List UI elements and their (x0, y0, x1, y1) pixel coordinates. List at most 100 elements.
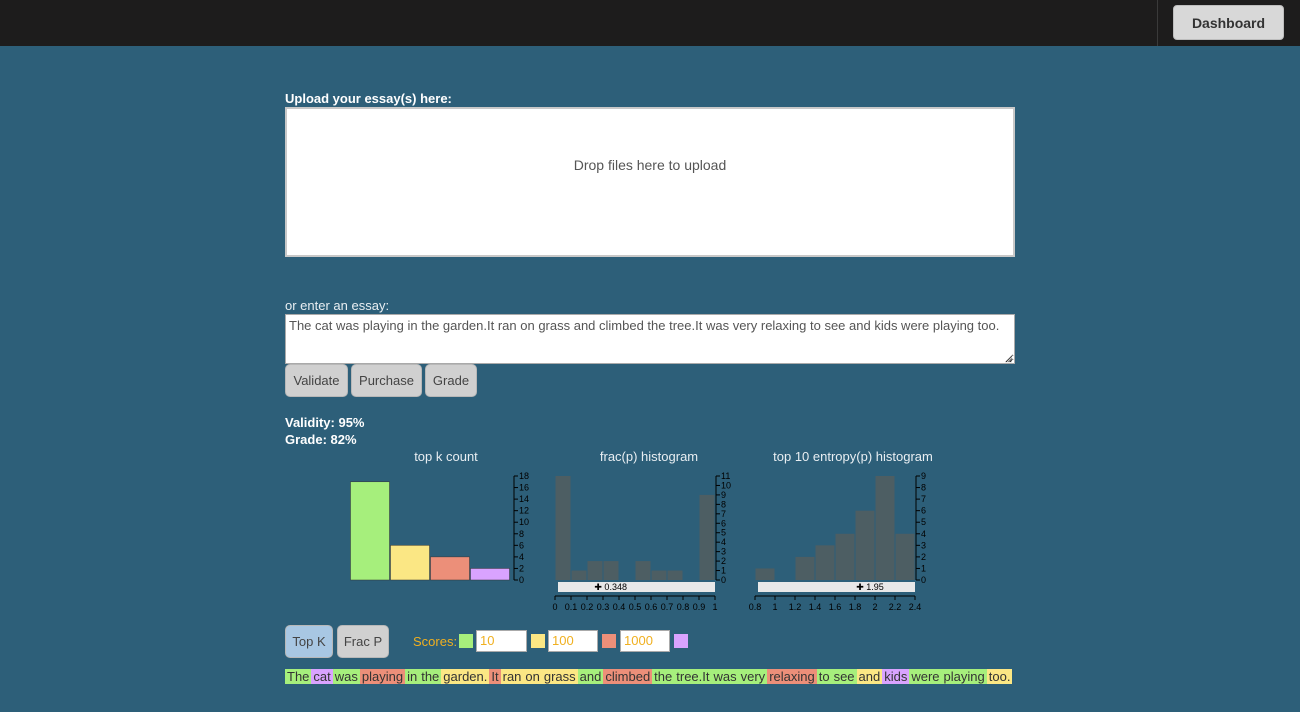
purchase-button[interactable]: Purchase (351, 364, 422, 397)
token[interactable]: see (831, 669, 857, 684)
entropy-x-tick-label: 2.4 (909, 602, 922, 612)
token[interactable]: playing (359, 669, 406, 684)
entropy-x-tick-label: 1 (772, 602, 777, 612)
topk-chart-title: top k count (414, 449, 478, 464)
entropy-x-tick-label: 2.2 (889, 602, 902, 612)
frac-bar (571, 570, 587, 580)
entropy-y-tick-label: 5 (921, 517, 926, 527)
score-swatch-green (459, 634, 473, 648)
frac-bar (699, 494, 715, 580)
threshold-input-2[interactable]: 100 (548, 630, 598, 652)
topk-y-tick-label: 16 (519, 483, 529, 493)
frac-x-tick-label: 0.9 (693, 602, 706, 612)
token[interactable]: on (523, 669, 542, 684)
frac-marker-bar (558, 582, 715, 592)
token[interactable]: tree.It (674, 669, 712, 684)
frac-x-tick-label: 0.8 (677, 602, 690, 612)
entropy-marker-label: ✚ 1.95 (856, 582, 884, 592)
score-swatch-purple (674, 634, 688, 648)
frac-y-tick-label: 4 (721, 537, 726, 547)
entropy-bar (795, 556, 815, 580)
token[interactable]: garden. (441, 669, 490, 684)
top-bar: Dashboard (0, 0, 1300, 46)
token[interactable]: playing (941, 669, 987, 684)
token[interactable]: and (577, 669, 604, 684)
token[interactable]: grass (541, 669, 578, 684)
frac-x-tick-label: 0 (552, 602, 557, 612)
token[interactable]: and (856, 669, 883, 684)
frac-y-tick-label: 3 (721, 547, 726, 557)
frac-bar (651, 570, 667, 580)
threshold-input-3[interactable]: 1000 (620, 630, 670, 652)
token[interactable]: ran (500, 669, 524, 684)
topk-bar-1000 (430, 556, 470, 581)
token[interactable]: were (909, 669, 942, 684)
token-highlight-text: The cat was playing in the garden. It ran on grass… (285, 668, 1013, 685)
topk-mode-button[interactable]: Top K (285, 625, 333, 658)
token[interactable]: climbed (603, 669, 653, 684)
token[interactable]: very (738, 669, 768, 684)
topk-y-tick-label: 18 (519, 471, 529, 481)
topk-y-tick-label: 12 (519, 506, 529, 516)
entropy-x-tick-label: 1.4 (809, 602, 822, 612)
entropy-x-tick-label: 1.6 (829, 602, 842, 612)
topk-y-tick-label: 0 (519, 575, 524, 585)
frac-x-tick-label: 0.4 (613, 602, 626, 612)
fracp-mode-button[interactable]: Frac P (337, 625, 389, 658)
token[interactable]: cat (311, 669, 333, 684)
topk-bar->1000 (470, 568, 510, 581)
frac-y-tick-label: 11 (721, 471, 730, 481)
top-bar-divider (1157, 0, 1158, 46)
entropy-bar (835, 533, 855, 580)
token[interactable]: the (652, 669, 675, 684)
token[interactable]: kids (882, 669, 910, 684)
token[interactable]: in (405, 669, 420, 684)
entropy-y-tick-label: 3 (921, 540, 926, 550)
entropy-y-tick-label: 9 (921, 471, 926, 481)
entropy-bar (855, 510, 875, 580)
frac-y-tick-label: 10 (721, 480, 731, 490)
frac-bar (587, 561, 603, 580)
frac-chart: 01234567891011✚ 0.3480 0.1 0.2 0.3 0.4 0.5 0.6… (552, 471, 731, 612)
entropy-y-tick-label: 0 (921, 575, 926, 585)
frac-x-tick-label: 1 (712, 602, 717, 612)
entropy-x-tick-label: 1.8 (849, 602, 862, 612)
frac-bar (603, 561, 619, 580)
token[interactable]: was (332, 669, 360, 684)
token[interactable]: was (711, 669, 739, 684)
frac-x-tick-label: 0.5 (629, 602, 642, 612)
entropy-y-tick-label: 7 (921, 494, 926, 504)
frac-y-tick-label: 5 (721, 528, 726, 538)
entropy-y-tick-label: 6 (921, 506, 926, 516)
frac-bar (635, 561, 651, 580)
frac-chart-title: frac(p) histogram (599, 449, 699, 464)
file-dropzone[interactable]: Drop files here to upload (285, 107, 1015, 257)
entropy-y-tick-label: 4 (921, 529, 926, 539)
frac-bar (555, 476, 571, 580)
grade-score: Grade: 82% (285, 432, 357, 447)
threshold-input-1[interactable]: 10 (476, 630, 527, 652)
token[interactable]: to (816, 669, 832, 684)
token[interactable]: The (285, 669, 312, 684)
topk-y-tick-label: 10 (519, 517, 529, 527)
frac-bar (667, 570, 683, 580)
token[interactable]: It (489, 669, 501, 684)
score-swatch-red (602, 634, 616, 648)
entropy-x-tick-label: 1.2 (789, 602, 802, 612)
token[interactable]: the (419, 669, 442, 684)
validate-button[interactable]: Validate (285, 364, 348, 397)
grade-button[interactable]: Grade (425, 364, 477, 397)
topk-bar-100 (390, 545, 430, 581)
entropy-chart-title: top 10 entropy(p) histogram (773, 449, 933, 464)
resize-grip-icon[interactable]: ◢ (1005, 354, 1013, 363)
dashboard-button[interactable]: Dashboard (1173, 5, 1284, 40)
essay-label: or enter an essay: (285, 298, 390, 313)
frac-y-tick-label: 8 (721, 499, 726, 509)
upload-label: Upload your essay(s) here: (285, 91, 452, 106)
essay-textarea[interactable]: The cat was playing in the garden.It ran… (285, 314, 1015, 364)
topk-bar-10 (350, 481, 390, 581)
token[interactable]: too. (986, 669, 1013, 684)
frac-x-tick-label: 0.6 (645, 602, 658, 612)
token[interactable]: relaxing (767, 669, 817, 684)
topk-y-tick-label: 14 (519, 494, 529, 504)
